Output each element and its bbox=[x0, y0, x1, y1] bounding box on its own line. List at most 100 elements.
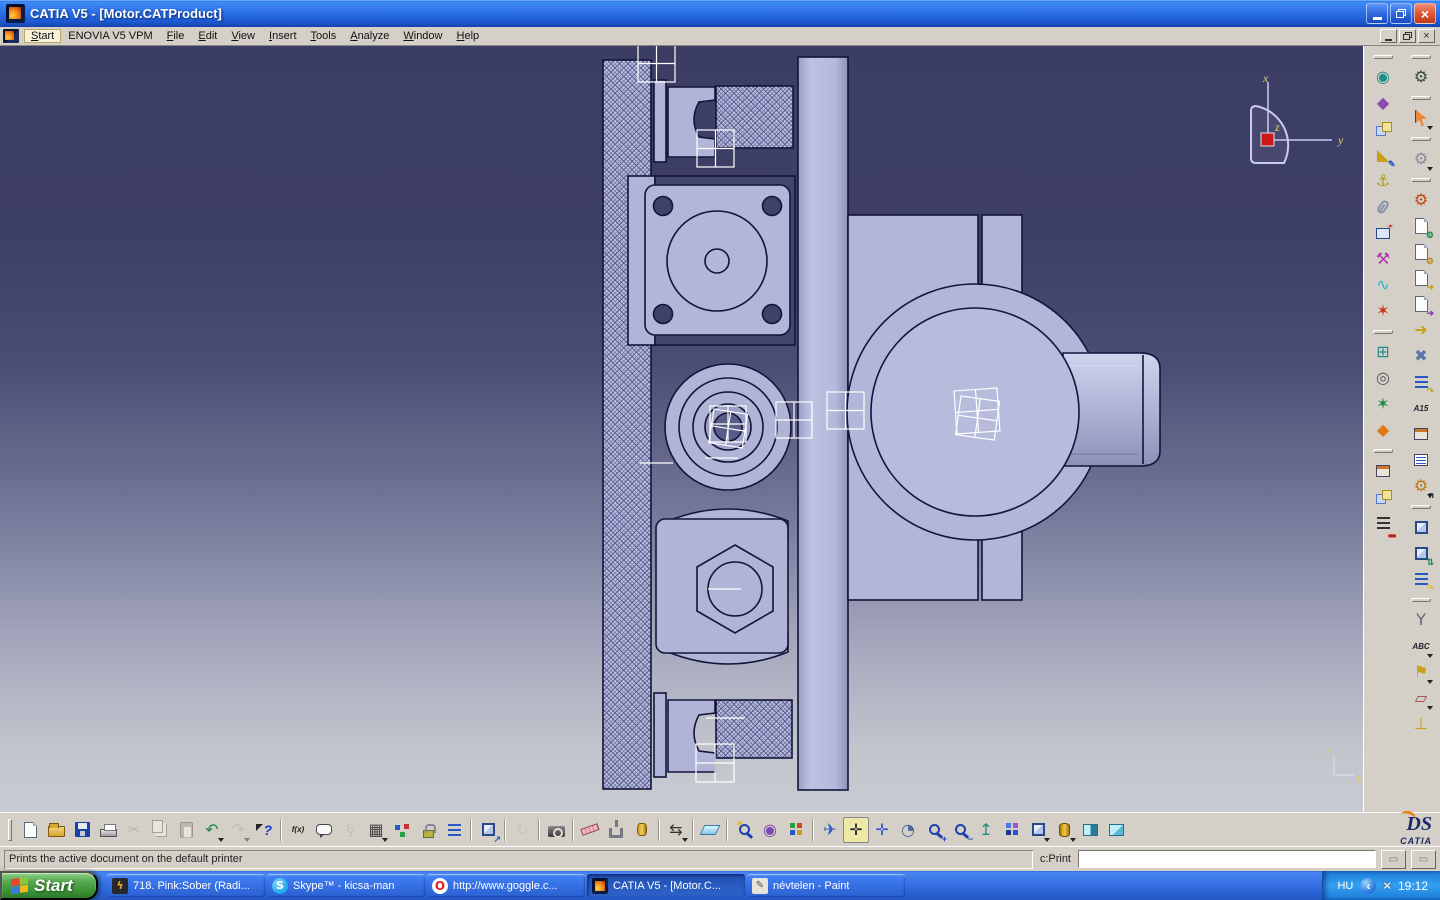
render-style-icon[interactable] bbox=[1051, 817, 1077, 843]
attach-constraint-icon[interactable] bbox=[1371, 194, 1396, 220]
document-icon[interactable] bbox=[3, 29, 19, 43]
environment-icon[interactable]: ◉ bbox=[757, 817, 783, 843]
menu-help[interactable]: Help bbox=[450, 29, 487, 43]
text-annotation-icon[interactable]: ABC bbox=[1408, 633, 1434, 659]
pan-icon[interactable]: ✛ bbox=[869, 817, 895, 843]
mdi-restore-button[interactable] bbox=[1399, 29, 1416, 43]
depth-effect-icon[interactable] bbox=[697, 817, 723, 843]
swap-visible-space-icon[interactable] bbox=[1103, 817, 1129, 843]
menu-start[interactable]: Start bbox=[24, 29, 61, 43]
update-star-icon[interactable]: ✶ bbox=[1371, 298, 1396, 324]
mdi-close-button[interactable]: × bbox=[1418, 29, 1435, 43]
menu-analyze[interactable]: Analyze bbox=[343, 29, 396, 43]
spec-tree-icon[interactable]: ▂ bbox=[1371, 510, 1396, 536]
render-tools-icon[interactable] bbox=[731, 817, 757, 843]
measure-item-icon[interactable] bbox=[603, 817, 629, 843]
update-positions-icon[interactable]: ⚙ bbox=[1408, 239, 1434, 265]
select-icon[interactable] bbox=[1408, 105, 1434, 131]
generate-numbering-icon[interactable]: A15 bbox=[1408, 395, 1434, 421]
measure-between-icon[interactable] bbox=[577, 817, 603, 843]
menu-view[interactable]: View bbox=[224, 29, 262, 43]
measure-inertia-icon[interactable] bbox=[629, 817, 655, 843]
design-table-icon[interactable]: ▦ bbox=[363, 817, 389, 843]
iso-view-icon[interactable] bbox=[1025, 817, 1051, 843]
multi-instantiation-icon[interactable]: ⚙n bbox=[1408, 473, 1434, 499]
offset-sections-icon[interactable]: ⇅ bbox=[1408, 540, 1434, 566]
open-icon[interactable] bbox=[43, 817, 69, 843]
enhanced-scene-icon[interactable] bbox=[1371, 458, 1396, 484]
new-document-icon[interactable] bbox=[17, 817, 43, 843]
menu-file[interactable]: File bbox=[160, 29, 192, 43]
manipulate-icon[interactable]: ⊞ bbox=[1371, 339, 1396, 365]
dialog-button-1[interactable]: ▭ bbox=[1381, 850, 1406, 869]
undo-icon[interactable]: ↶ bbox=[199, 817, 225, 843]
whats-this-icon[interactable] bbox=[251, 817, 277, 843]
tree-expansion-icon[interactable]: ↷ bbox=[1408, 566, 1434, 592]
section-view-icon[interactable]: ▱ bbox=[1408, 685, 1434, 711]
taskbar-button-catia-v5-motor-c[interactable]: CATIA V5 - [Motor.C... bbox=[587, 874, 745, 897]
taskbar-button-skype-kicsa-man[interactable]: SSkype™ - kicsa-man bbox=[267, 874, 425, 897]
start-button[interactable]: Start bbox=[0, 871, 98, 900]
apply-material-icon[interactable] bbox=[783, 817, 809, 843]
smart-flex-icon[interactable]: ∿ bbox=[1371, 272, 1396, 298]
command-input[interactable] bbox=[1078, 850, 1376, 868]
menu-enovia-v5-vpm[interactable]: ENOVIA V5 VPM bbox=[61, 29, 159, 43]
update-all-icon[interactable]: ⚙ bbox=[1408, 187, 1434, 213]
formula-icon[interactable]: f(x) bbox=[285, 817, 311, 843]
dialog-button-2[interactable]: ▭ bbox=[1411, 850, 1436, 869]
import-document-icon[interactable]: ➜ bbox=[1408, 291, 1434, 317]
tools-hammer-icon[interactable]: ⚒ bbox=[1371, 246, 1396, 272]
color-prism-icon[interactable]: ◆ bbox=[1371, 90, 1396, 116]
mdi-minimize-button[interactable] bbox=[1380, 29, 1397, 43]
view-compass[interactable]: x y z bbox=[1238, 74, 1353, 174]
menu-insert[interactable]: Insert bbox=[262, 29, 304, 43]
selection-filter-icon[interactable]: ⚙ bbox=[1408, 146, 1434, 172]
sketcher-icon[interactable]: ◣✎ bbox=[1371, 142, 1396, 168]
motor-assembly-section[interactable] bbox=[603, 57, 1160, 790]
zoom-out-icon[interactable]: − bbox=[947, 817, 973, 843]
menu-tools[interactable]: Tools bbox=[304, 29, 344, 43]
product-listing-icon[interactable] bbox=[1408, 447, 1434, 473]
save-icon[interactable] bbox=[69, 817, 95, 843]
minimize-button[interactable] bbox=[1366, 3, 1388, 24]
clock[interactable]: 19:12 bbox=[1398, 879, 1428, 893]
multi-view-icon[interactable] bbox=[999, 817, 1025, 843]
tree-reorder-icon[interactable]: ↷ bbox=[1408, 369, 1434, 395]
3d-viewport[interactable]: x y x y z bbox=[0, 46, 1363, 812]
export-document-icon[interactable]: ➜ bbox=[1408, 265, 1434, 291]
normal-view-icon[interactable]: ↥ bbox=[973, 817, 999, 843]
rotate-icon[interactable]: ◔ bbox=[895, 817, 921, 843]
messenger-tray-icon[interactable]: × bbox=[1383, 878, 1391, 893]
capture-image-icon[interactable] bbox=[543, 817, 569, 843]
knowledge-graph-icon[interactable] bbox=[389, 817, 415, 843]
sectioning-icon[interactable] bbox=[1371, 484, 1396, 510]
close-button[interactable]: × bbox=[1414, 3, 1436, 24]
cad-model[interactable]: x y bbox=[0, 46, 1363, 812]
explode-icon[interactable]: ✶ bbox=[1371, 391, 1396, 417]
snap-options-icon[interactable]: ⇆ bbox=[663, 817, 689, 843]
fit-all-in-icon[interactable]: ✛ bbox=[843, 817, 869, 843]
taskbar-button-718-pink-sober-radi[interactable]: ϟ718. Pink:Sober (Radi... bbox=[107, 874, 265, 897]
fix-constraint-icon[interactable] bbox=[1371, 220, 1396, 246]
move-component-icon[interactable] bbox=[1371, 116, 1396, 142]
zoom-in-icon[interactable]: + bbox=[921, 817, 947, 843]
compass-origin[interactable] bbox=[1261, 133, 1274, 146]
menu-window[interactable]: Window bbox=[396, 29, 449, 43]
snap-view-icon[interactable]: ◎ bbox=[1371, 365, 1396, 391]
manipulate-axes-icon[interactable] bbox=[1408, 514, 1434, 540]
lock-icon[interactable] bbox=[415, 817, 441, 843]
taskbar-button-http-www-goggle-c[interactable]: Ohttp://www.goggle.c... bbox=[427, 874, 585, 897]
stamp-fix-icon[interactable]: ⊥ bbox=[1408, 711, 1434, 737]
menu-edit[interactable]: Edit bbox=[191, 29, 224, 43]
delete-useless-icon[interactable]: ✖ bbox=[1408, 343, 1434, 369]
update-states-icon[interactable]: ⚙ bbox=[1408, 213, 1434, 239]
flag-note-icon[interactable]: ⚑ bbox=[1408, 659, 1434, 685]
restore-button[interactable] bbox=[1390, 3, 1412, 24]
catalog-browser-icon[interactable]: ↗ bbox=[475, 817, 501, 843]
orbit-sphere-icon[interactable]: ◉ bbox=[1371, 64, 1396, 90]
language-indicator[interactable]: HU bbox=[1337, 880, 1353, 892]
taskbar-button-n-vtelen-paint[interactable]: ✎névtelen - Paint bbox=[747, 874, 905, 897]
tray-collapse-icon[interactable]: ‹ bbox=[1360, 878, 1376, 894]
anchor-constraint-icon[interactable]: ⚓ bbox=[1371, 168, 1396, 194]
print-icon[interactable] bbox=[95, 817, 121, 843]
